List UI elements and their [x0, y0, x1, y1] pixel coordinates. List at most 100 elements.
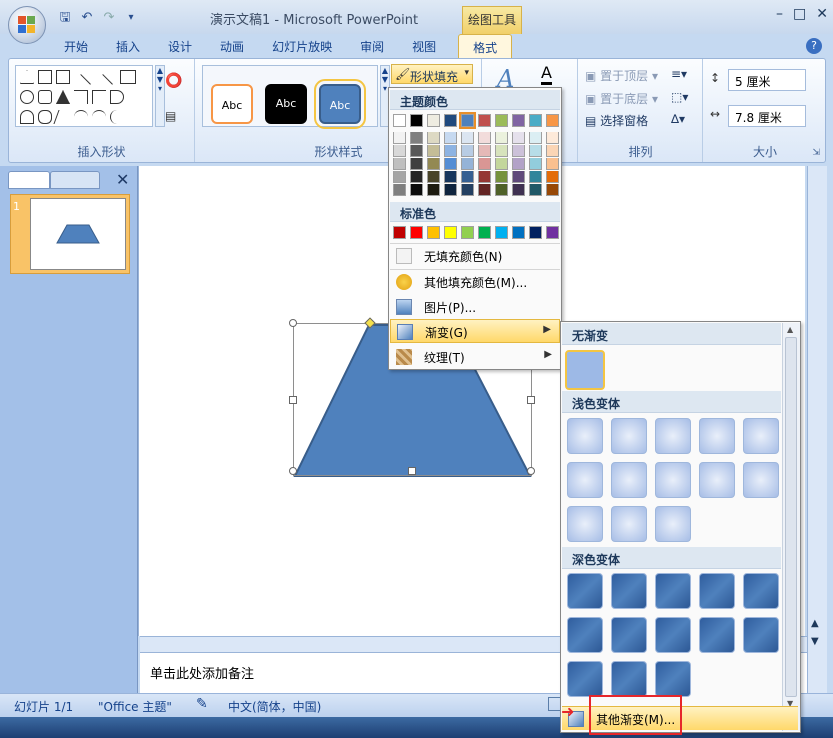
- theme-shade-swatch[interactable]: [478, 184, 491, 196]
- theme-shade-swatch[interactable]: [529, 171, 542, 183]
- no-gradient-swatch[interactable]: [565, 350, 605, 390]
- light-gradient-swatch[interactable]: [611, 506, 647, 542]
- dark-gradient-swatch[interactable]: [655, 617, 691, 653]
- light-gradient-swatch[interactable]: [567, 462, 603, 498]
- resize-handle-nw[interactable]: [289, 319, 297, 327]
- theme-shade-swatch[interactable]: [393, 145, 406, 157]
- theme-shade-swatch[interactable]: [529, 145, 542, 157]
- theme-shade-swatch[interactable]: [461, 171, 474, 183]
- resize-handle-s[interactable]: [408, 467, 416, 475]
- light-gradient-swatch[interactable]: [611, 418, 647, 454]
- dark-gradient-swatch[interactable]: [655, 661, 691, 697]
- theme-shade-swatch[interactable]: [410, 132, 423, 144]
- theme-shade-swatch[interactable]: [410, 171, 423, 183]
- theme-shade-swatch[interactable]: [461, 158, 474, 170]
- theme-shade-swatch[interactable]: [393, 184, 406, 196]
- standard-color-swatch[interactable]: [512, 226, 525, 239]
- gradient-submenu-scrollbar[interactable]: ▲ ▼: [782, 323, 800, 731]
- theme-color-swatch[interactable]: [459, 112, 476, 129]
- resize-handle-e[interactable]: [527, 396, 535, 404]
- theme-shade-swatch[interactable]: [512, 171, 525, 183]
- theme-shade-swatch[interactable]: [427, 184, 440, 196]
- theme-shade-swatch[interactable]: [478, 171, 491, 183]
- theme-shade-swatch[interactable]: [478, 158, 491, 170]
- theme-color-swatch[interactable]: [393, 114, 406, 127]
- theme-shade-swatch[interactable]: [444, 184, 457, 196]
- light-gradient-swatch[interactable]: [611, 462, 647, 498]
- theme-shade-swatch[interactable]: [546, 184, 559, 196]
- theme-shade-swatch[interactable]: [393, 132, 406, 144]
- theme-shade-swatch[interactable]: [512, 158, 525, 170]
- standard-color-swatch[interactable]: [478, 226, 491, 239]
- theme-shade-swatch[interactable]: [529, 184, 542, 196]
- standard-color-swatch[interactable]: [461, 226, 474, 239]
- office-button[interactable]: [8, 6, 46, 44]
- resize-handle-w[interactable]: [289, 396, 297, 404]
- scroll-up-icon[interactable]: ▲: [787, 325, 793, 334]
- no-fill-item[interactable]: 无填充颜色(N): [390, 243, 560, 267]
- standard-color-swatch[interactable]: [410, 226, 423, 239]
- theme-shade-swatch[interactable]: [495, 184, 508, 196]
- resize-handle-se[interactable]: [527, 467, 535, 475]
- texture-fill-item[interactable]: 纹理(T) ▶: [390, 345, 560, 369]
- light-gradient-swatch[interactable]: [567, 418, 603, 454]
- theme-shade-swatch[interactable]: [393, 171, 406, 183]
- theme-shade-swatch[interactable]: [444, 132, 457, 144]
- theme-shade-swatch[interactable]: [410, 184, 423, 196]
- theme-color-swatch[interactable]: [495, 114, 508, 127]
- theme-shade-swatch[interactable]: [444, 171, 457, 183]
- theme-shade-swatch[interactable]: [393, 158, 406, 170]
- light-gradient-swatch[interactable]: [699, 462, 735, 498]
- more-fill-colors-item[interactable]: 其他填充颜色(M)...: [390, 269, 560, 293]
- light-gradient-swatch[interactable]: [655, 418, 691, 454]
- scroll-thumb[interactable]: [785, 337, 797, 697]
- theme-shade-swatch[interactable]: [546, 145, 559, 157]
- theme-shade-swatch[interactable]: [478, 132, 491, 144]
- gradient-fill-item[interactable]: 渐变(G) ▶: [390, 319, 560, 343]
- dark-gradient-swatch[interactable]: [611, 661, 647, 697]
- theme-shade-swatch[interactable]: [478, 145, 491, 157]
- resize-handle-sw[interactable]: [289, 467, 297, 475]
- theme-shade-swatch[interactable]: [427, 158, 440, 170]
- theme-shade-swatch[interactable]: [461, 132, 474, 144]
- theme-shade-swatch[interactable]: [427, 171, 440, 183]
- theme-shade-swatch[interactable]: [444, 158, 457, 170]
- dark-gradient-swatch[interactable]: [743, 573, 779, 609]
- dark-gradient-swatch[interactable]: [567, 661, 603, 697]
- theme-shade-swatch[interactable]: [427, 145, 440, 157]
- dark-gradient-swatch[interactable]: [699, 617, 735, 653]
- light-gradient-swatch[interactable]: [567, 506, 603, 542]
- picture-fill-item[interactable]: 图片(P)...: [390, 295, 560, 319]
- dark-gradient-swatch[interactable]: [655, 573, 691, 609]
- light-gradient-swatch[interactable]: [655, 462, 691, 498]
- theme-shade-swatch[interactable]: [512, 145, 525, 157]
- theme-shade-swatch[interactable]: [495, 132, 508, 144]
- theme-color-swatch[interactable]: [478, 114, 491, 127]
- theme-shade-swatch[interactable]: [546, 132, 559, 144]
- theme-shade-swatch[interactable]: [444, 145, 457, 157]
- theme-color-swatch[interactable]: [512, 114, 525, 127]
- theme-shade-swatch[interactable]: [529, 132, 542, 144]
- theme-shade-swatch[interactable]: [495, 145, 508, 157]
- theme-color-swatch[interactable]: [410, 114, 423, 127]
- theme-shade-swatch[interactable]: [495, 158, 508, 170]
- theme-shade-swatch[interactable]: [495, 171, 508, 183]
- light-gradient-swatch[interactable]: [743, 418, 779, 454]
- theme-shade-swatch[interactable]: [461, 184, 474, 196]
- theme-shade-swatch[interactable]: [461, 145, 474, 157]
- dark-gradient-swatch[interactable]: [567, 573, 603, 609]
- theme-shade-swatch[interactable]: [512, 132, 525, 144]
- standard-color-swatch[interactable]: [427, 226, 440, 239]
- dark-gradient-swatch[interactable]: [611, 573, 647, 609]
- theme-color-swatch[interactable]: [427, 114, 440, 127]
- dark-gradient-swatch[interactable]: [567, 617, 603, 653]
- theme-shade-swatch[interactable]: [546, 158, 559, 170]
- theme-color-swatch[interactable]: [444, 114, 457, 127]
- theme-shade-swatch[interactable]: [410, 158, 423, 170]
- standard-color-swatch[interactable]: [393, 226, 406, 239]
- light-gradient-swatch[interactable]: [743, 462, 779, 498]
- theme-color-swatch[interactable]: [529, 114, 542, 127]
- theme-shade-swatch[interactable]: [546, 171, 559, 183]
- dark-gradient-swatch[interactable]: [611, 617, 647, 653]
- dark-gradient-swatch[interactable]: [743, 617, 779, 653]
